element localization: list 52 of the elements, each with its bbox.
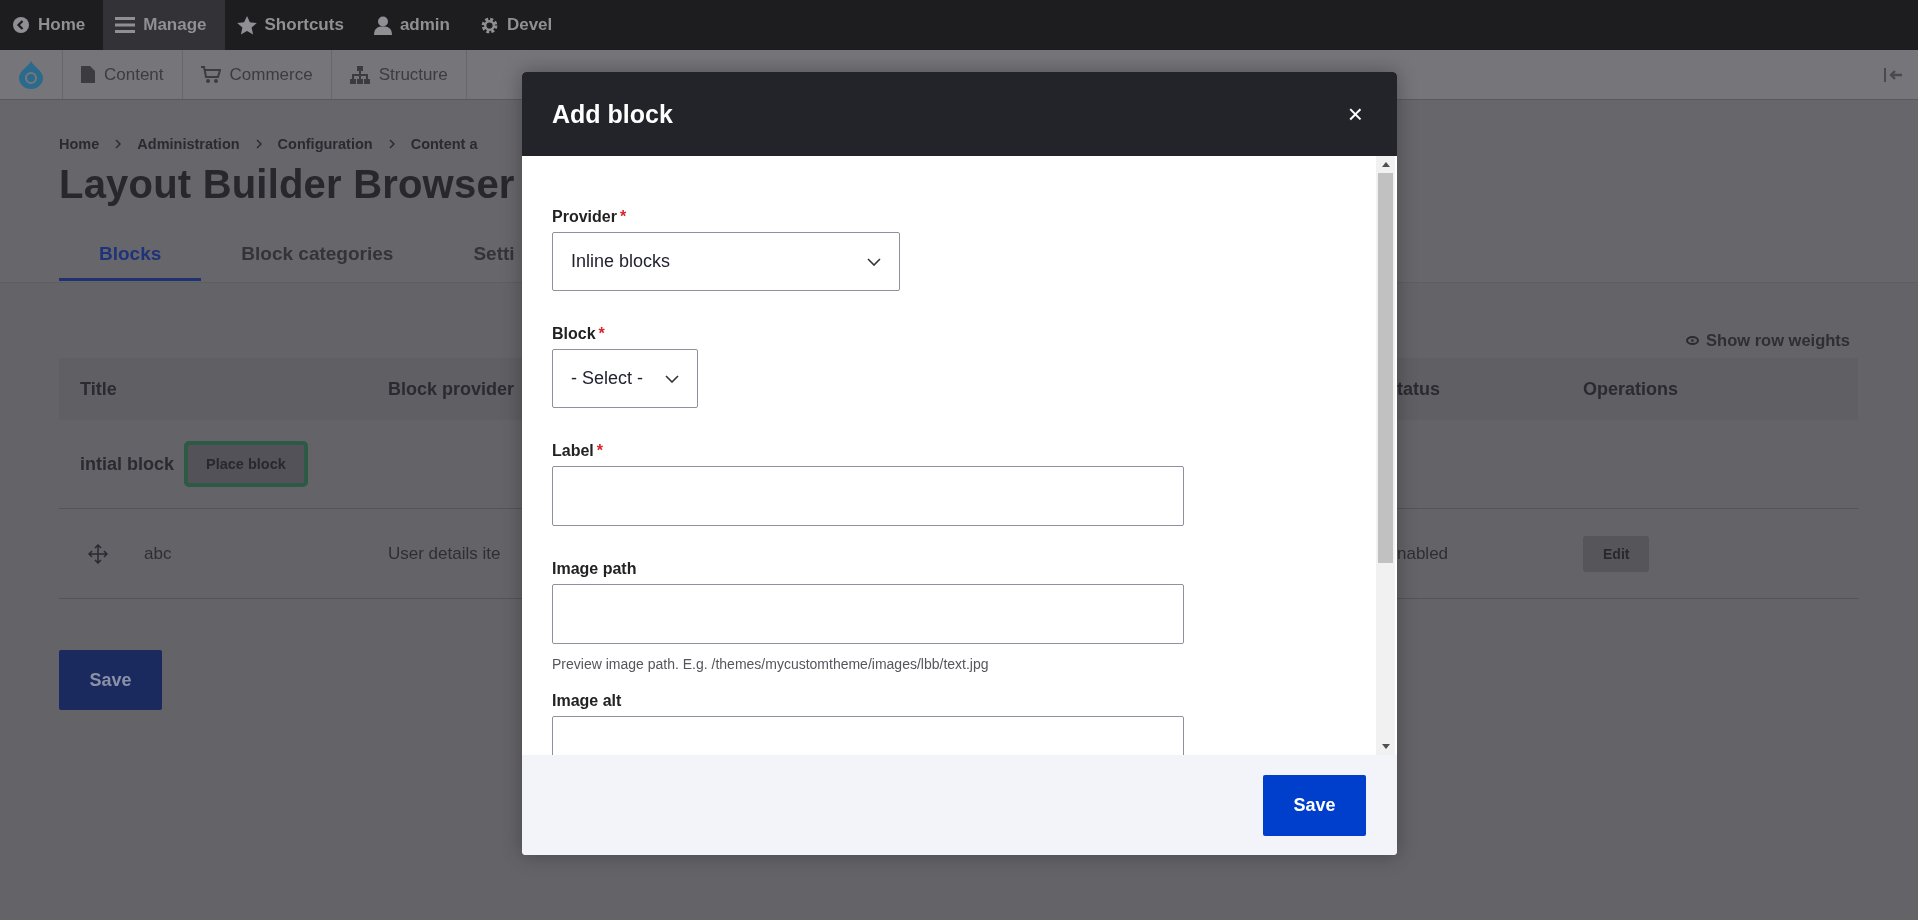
field-description: Preview image path. E.g. /themes/mycustomtheme/images/lbb/text.jpg xyxy=(552,656,990,672)
chevron-down-icon xyxy=(665,374,680,383)
field-label: Image path xyxy=(552,560,637,578)
close-button[interactable]: × xyxy=(1343,101,1367,127)
breadcrumb-link[interactable]: Home xyxy=(59,136,100,152)
page-icon xyxy=(81,66,95,83)
chevron-icon xyxy=(388,139,395,149)
field-label: Label xyxy=(552,442,594,460)
hierarchy-icon xyxy=(349,65,370,84)
admin-menu-item[interactable]: Structure xyxy=(331,50,467,99)
text-field[interactable] xyxy=(552,584,1184,644)
toolbar-tab[interactable]: Home xyxy=(0,0,104,50)
chevron-down-icon xyxy=(867,257,881,266)
back-icon xyxy=(12,16,30,34)
chevron-icon xyxy=(255,139,262,149)
select-field[interactable]: Inline blocks xyxy=(552,232,900,291)
tab[interactable]: Blocks xyxy=(59,233,202,281)
settings-icon xyxy=(479,15,499,35)
eye-icon xyxy=(1686,335,1700,345)
move-handle-icon[interactable] xyxy=(88,543,108,564)
star-icon xyxy=(236,15,257,35)
field-label: Provider xyxy=(552,208,617,226)
required-mark: * xyxy=(619,208,627,226)
breadcrumb-link[interactable]: Configuration xyxy=(277,136,373,152)
person-icon xyxy=(373,15,392,35)
toolbar-tab[interactable]: Devel xyxy=(467,0,571,50)
admin-menu-item[interactable]: Content xyxy=(63,50,183,99)
toolbar-tab[interactable]: Shortcuts xyxy=(224,0,362,50)
scroll-down-icon[interactable] xyxy=(1381,744,1390,749)
dialog-title: Add block xyxy=(552,99,673,129)
collapse-icon[interactable] xyxy=(1884,67,1904,82)
page-title: Layout Builder Browser xyxy=(59,162,515,207)
toolbar-tab[interactable]: admin xyxy=(361,0,468,50)
cart-icon xyxy=(200,65,221,84)
scrollbar-thumb[interactable] xyxy=(1378,173,1393,563)
save-button[interactable]: Save xyxy=(59,650,162,710)
breadcrumb-link[interactable]: Administration xyxy=(137,136,240,152)
category-title: intial block xyxy=(80,453,175,475)
field-label: Block xyxy=(552,325,596,343)
menu-icon xyxy=(115,16,136,34)
required-mark: * xyxy=(598,325,605,343)
breadcrumb-link[interactable]: Content a xyxy=(410,136,478,152)
scrollbar[interactable] xyxy=(1376,156,1395,755)
required-mark: * xyxy=(596,442,604,460)
text-field[interactable] xyxy=(552,466,1184,526)
admin-menu-item[interactable]: Commerce xyxy=(182,50,332,99)
select-field[interactable]: - Select - xyxy=(552,349,699,408)
field-label: Image alt xyxy=(552,692,622,710)
save-button[interactable]: Save xyxy=(1263,774,1366,836)
toolbar-tab[interactable]: Manage xyxy=(103,0,225,50)
chevron-icon xyxy=(115,139,122,149)
scroll-up-icon[interactable] xyxy=(1381,162,1390,167)
